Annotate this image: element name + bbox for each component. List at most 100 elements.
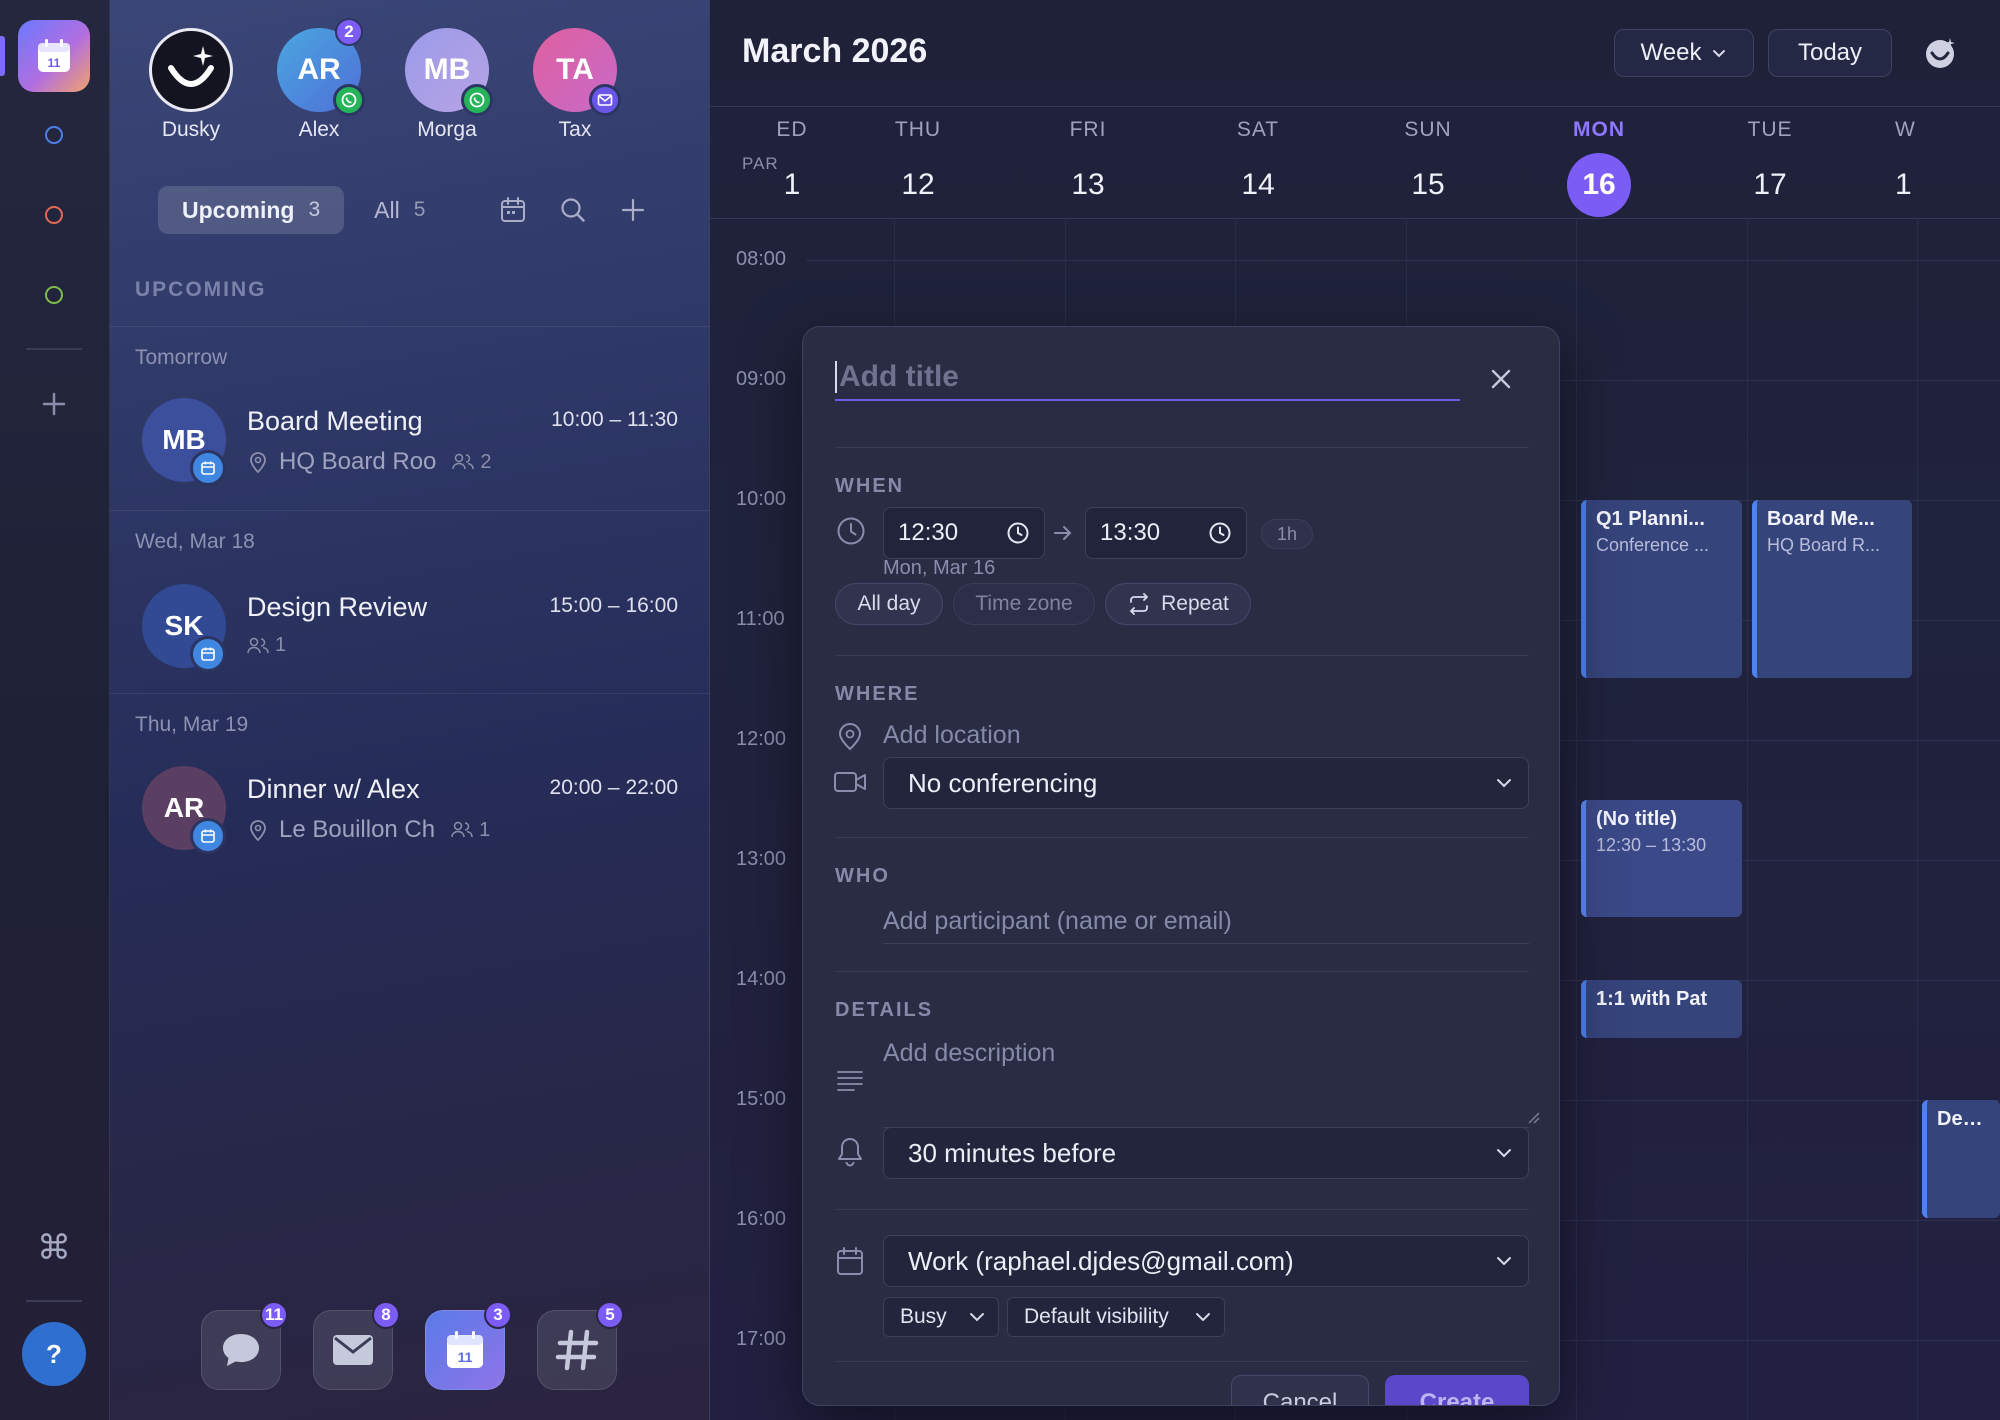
day-column-header[interactable]: W1 bbox=[1895, 108, 2000, 218]
close-button[interactable] bbox=[1483, 361, 1519, 397]
view-selector[interactable]: Week bbox=[1614, 29, 1754, 77]
month-title: March 2026 bbox=[742, 32, 928, 70]
calendar-icon bbox=[190, 450, 226, 486]
contact-name: Morga bbox=[417, 118, 477, 141]
event-location: Le Bouillon Ch bbox=[279, 816, 436, 843]
tab-upcoming[interactable]: Upcoming 3 bbox=[158, 186, 345, 234]
search-icon bbox=[561, 198, 585, 222]
start-time-field[interactable]: 12:30 bbox=[883, 507, 1045, 559]
calendar-app-icon[interactable]: 11 bbox=[18, 20, 90, 92]
dock-chat-button[interactable]: 11 bbox=[201, 1301, 288, 1390]
resize-handle-icon[interactable] bbox=[1525, 1109, 1541, 1125]
workspace-blue-dot[interactable] bbox=[45, 126, 63, 144]
text-caret bbox=[835, 361, 837, 393]
visibility-select[interactable]: Default visibility bbox=[1007, 1297, 1225, 1337]
hour-label: 10:00 bbox=[736, 488, 787, 510]
day-name: TUE bbox=[1747, 118, 1793, 141]
day-date: 16 bbox=[1514, 153, 1684, 217]
calendar-event-q1-planning[interactable]: Q1 Planni... Conference ... bbox=[1581, 500, 1742, 678]
hour-label: 08:00 bbox=[736, 248, 787, 270]
day-column-header[interactable]: FRI 13 bbox=[1003, 108, 1173, 218]
description-input[interactable]: Add description bbox=[883, 1039, 1055, 1068]
details-label: DETAILS bbox=[835, 999, 934, 1021]
hour-label: 11:00 bbox=[736, 608, 785, 630]
hour-label: 16:00 bbox=[736, 1208, 787, 1230]
conferencing-select[interactable]: No conferencing bbox=[883, 757, 1529, 809]
day-column-header[interactable]: SUN 15 bbox=[1343, 108, 1513, 218]
day-header: Tomorrow bbox=[135, 346, 228, 369]
dock-channels-button[interactable]: 5 bbox=[537, 1301, 624, 1390]
event-title: Board Meeting bbox=[247, 406, 423, 436]
calendar-event-1on1[interactable]: 1:1 with Pat bbox=[1581, 980, 1742, 1038]
tab-label: All bbox=[374, 196, 400, 223]
hour-label: 12:00 bbox=[736, 728, 787, 750]
participant-input[interactable]: Add participant (name or email) bbox=[883, 907, 1232, 936]
day-column-header[interactable]: SAT 14 bbox=[1173, 108, 1343, 218]
contact-name: Tax bbox=[558, 118, 592, 141]
day-column-header[interactable]: THU 12 bbox=[833, 108, 1003, 218]
contact-alex[interactable]: AR 2 Alex bbox=[264, 18, 374, 142]
chevron-down-icon bbox=[970, 1313, 984, 1322]
divider bbox=[110, 693, 710, 694]
repeat-button[interactable]: Repeat bbox=[1105, 583, 1251, 625]
create-button[interactable]: Create bbox=[1385, 1375, 1529, 1405]
day-name: W bbox=[1895, 118, 1916, 141]
availability-select[interactable]: Busy bbox=[883, 1297, 999, 1337]
cancel-button[interactable]: Cancel bbox=[1231, 1375, 1369, 1405]
day-column-header[interactable]: TUE 17 bbox=[1685, 108, 1855, 218]
day-header: Wed, Mar 18 bbox=[135, 530, 255, 553]
command-icon[interactable]: ⌘ bbox=[34, 1228, 74, 1268]
reminder-select[interactable]: 30 minutes before bbox=[883, 1127, 1529, 1179]
location-input[interactable]: Add location bbox=[883, 721, 1021, 750]
event-title-input[interactable]: Add title bbox=[835, 355, 1460, 401]
assistant-button[interactable] bbox=[1920, 32, 1962, 74]
unread-badge: 2 bbox=[335, 18, 363, 46]
dock-mail-button[interactable]: 8 bbox=[313, 1301, 400, 1390]
attendee-count-value: 2 bbox=[480, 450, 492, 473]
event-subtitle: HQ Board R... bbox=[1767, 535, 1881, 555]
attendee-count: 2 bbox=[452, 450, 492, 474]
event-meta: HQ Board Roo 2 bbox=[247, 448, 492, 476]
event-item-dinner[interactable]: AR Dinner w/ Alex 20:00 – 22:00 Le Bouil… bbox=[110, 756, 710, 936]
time-zone-button[interactable]: Time zone bbox=[953, 583, 1095, 625]
contact-tax[interactable]: TA Tax bbox=[520, 28, 630, 142]
help-button[interactable]: ? bbox=[22, 1322, 86, 1386]
rail-divider bbox=[26, 348, 82, 350]
divider bbox=[835, 1361, 1529, 1362]
calendar-account-select[interactable]: Work (raphael.djdes@gmail.com) bbox=[883, 1235, 1529, 1287]
end-time-field[interactable]: 13:30 bbox=[1085, 507, 1247, 559]
workspace-red-dot[interactable] bbox=[45, 206, 63, 224]
calendar-event-draft[interactable]: (No title) 12:30 – 13:30 bbox=[1581, 800, 1742, 917]
tab-count: 3 bbox=[308, 198, 321, 221]
arrow-right-icon bbox=[1051, 521, 1075, 545]
search-button[interactable] bbox=[555, 192, 591, 228]
dock-calendar-button[interactable]: 11 3 bbox=[425, 1301, 512, 1390]
calendar-account-value: Work (raphael.djdes@gmail.com) bbox=[908, 1245, 1294, 1276]
contact-morga[interactable]: MB Morga bbox=[392, 28, 502, 142]
event-time: 10:00 – 11:30 bbox=[551, 408, 678, 431]
today-button[interactable]: Today bbox=[1768, 29, 1892, 77]
event-subtitle: 12:30 – 13:30 bbox=[1596, 835, 1707, 855]
add-workspace-button[interactable] bbox=[36, 386, 72, 422]
when-label: WHEN bbox=[835, 475, 905, 497]
all-day-toggle[interactable]: All day bbox=[835, 583, 943, 625]
day-column-header-today[interactable]: MON 16 bbox=[1514, 108, 1684, 218]
calendar-view-button[interactable] bbox=[495, 192, 531, 228]
dusky-logo-icon bbox=[1926, 38, 1955, 68]
hour-label: 14:00 bbox=[736, 968, 787, 990]
new-event-button[interactable] bbox=[615, 192, 651, 228]
contact-dusky[interactable]: Dusky bbox=[136, 28, 246, 142]
plus-icon bbox=[621, 198, 645, 222]
rail-active-indicator bbox=[0, 36, 5, 76]
grid-column-line bbox=[1576, 218, 1577, 1420]
grid-column-line bbox=[1747, 218, 1748, 1420]
svg-text:11: 11 bbox=[48, 56, 61, 70]
tab-all[interactable]: All 5 bbox=[374, 197, 425, 224]
calendar-event-board-meeting[interactable]: Board Me... HQ Board R... bbox=[1752, 500, 1912, 678]
where-label: WHERE bbox=[835, 683, 920, 705]
calendar-event-design[interactable]: Desig bbox=[1922, 1100, 2000, 1218]
chat-icon bbox=[223, 1334, 259, 1366]
attendee-count-value: 1 bbox=[479, 818, 491, 841]
calendar-icon bbox=[835, 1245, 865, 1277]
workspace-green-dot[interactable] bbox=[45, 286, 63, 304]
